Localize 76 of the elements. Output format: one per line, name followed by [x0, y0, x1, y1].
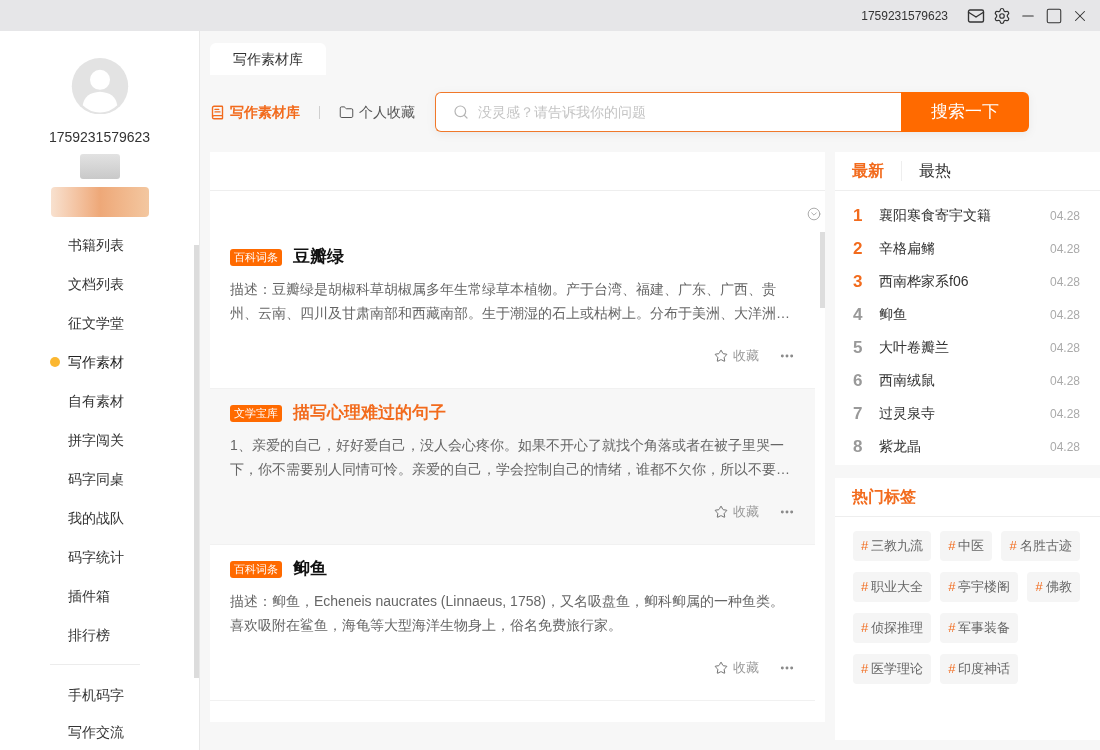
category-badge: 百科词条 [230, 248, 282, 266]
rank-number: 5 [853, 336, 864, 359]
star-icon [714, 661, 728, 675]
username-text: 1759231579623 [48, 128, 151, 147]
tag-chip[interactable]: # 侦探推理 [853, 613, 932, 643]
tab[interactable]: 写作素材库 [210, 43, 326, 75]
sub-nav-link[interactable]: 个人收藏 [339, 101, 415, 123]
sidebar-item[interactable]: 排行榜 [68, 625, 110, 644]
search-icon [453, 104, 469, 120]
tag-chip[interactable]: # 军事装备 [940, 613, 1019, 643]
material-title[interactable]: 䲟鱼 [293, 557, 327, 581]
mail-icon[interactable] [967, 6, 985, 25]
sidebar-item[interactable]: 我的战队 [68, 508, 124, 527]
sidebar-item[interactable]: 码字统计 [68, 547, 124, 566]
entry-title[interactable]: 辛格扁鳉 [879, 238, 935, 259]
tag-chip[interactable]: # 中医 [940, 531, 993, 561]
material-description: 描述：豆瓣绿是胡椒科草胡椒属多年生常绿草本植物。产于台湾、福建、广东、广西、贵州、云南、四川及甘肃南部和西藏南部。生于潮湿的石上或枯树上。分布于美洲、大洋洲… [230, 280, 791, 323]
tag-chip[interactable]: # 佛教 [1027, 572, 1080, 602]
chevron-down-circle-icon[interactable] [807, 207, 821, 221]
date-text: 04.28 [1049, 273, 1080, 291]
rank-number: 8 [853, 435, 864, 458]
sidebar-item[interactable]: 自有素材 [68, 391, 124, 410]
date-text: 04.28 [1049, 372, 1080, 390]
star-icon [714, 505, 728, 519]
username-text: 1759231579623 [861, 7, 948, 25]
category-badge: 文学宝库 [230, 404, 282, 422]
sidebar-item[interactable]: 文档列表 [68, 274, 124, 293]
material-description: 描述：䲟鱼，Echeneis naucrates (Linnaeus, 1758)，又名吸盘鱼，䲟科䲟属的一种鱼类。喜欢吸附在鲨鱼，海龟等大型海洋生物身上，俗名免费旅行家。 [230, 592, 785, 635]
tag-chip[interactable]: # 名胜古迹 [1001, 531, 1080, 561]
date-text: 04.28 [1049, 405, 1080, 423]
sidebar-item[interactable]: 手机码字 [68, 685, 124, 704]
tag-chip[interactable]: # 亭宇楼阁 [940, 572, 1019, 602]
entry-title[interactable]: 西南绒鼠 [879, 370, 935, 391]
tag-chip[interactable]: # 医学理论 [853, 654, 932, 684]
rank-number: 1 [853, 204, 864, 227]
tab[interactable]: 最热 [919, 159, 951, 183]
maximize-icon[interactable] [1045, 6, 1063, 25]
sidebar-item[interactable]: 征文学堂 [68, 313, 124, 332]
date-text: 04.28 [1049, 240, 1080, 258]
badge-placeholder [79, 154, 120, 179]
tag-chip[interactable]: # 三教九流 [853, 531, 932, 561]
entry-title[interactable]: 䲟鱼 [879, 304, 907, 325]
category-badge: 百科词条 [230, 560, 282, 578]
rank-number: 4 [853, 303, 864, 326]
sidebar-item[interactable]: 码字同桌 [68, 469, 124, 488]
scrollbar-thumb[interactable] [820, 232, 825, 308]
folder-icon [339, 104, 354, 120]
date-text: 04.28 [1049, 207, 1080, 225]
sidebar-item[interactable]: 写作交流 [68, 722, 124, 741]
material-title[interactable]: 豆瓣绿 [293, 245, 344, 269]
rank-number: 7 [853, 402, 864, 425]
rank-number: 2 [853, 237, 864, 260]
material-card[interactable]: 文学宝库 描写心理难过的句子 1、亲爱的自己，好好爱自己，没人会心疼你。如果不开心了就找个角落或者在被子里哭一下，你不需要别人同情可怜。亲爱的自己，学会控制自己的情绪，谁都不欠你，所以不要… 收藏 [210, 389, 815, 545]
material-description: 1、亲爱的自己，好好爱自己，没人会心疼你。如果不开心了就找个角落或者在被子里哭一下，你不需要别人同情可怜。亲爱的自己，学会控制自己的情绪，谁都不欠你，所以不要… [230, 436, 791, 479]
rank-number: 6 [853, 369, 864, 392]
tag-chip[interactable]: # 印度神话 [940, 654, 1019, 684]
date-text: 04.28 [1049, 438, 1080, 456]
star-icon [714, 349, 728, 363]
entry-title[interactable]: 紫龙晶 [879, 436, 921, 457]
sidebar-item[interactable]: 书籍列表 [68, 235, 124, 254]
settings-icon[interactable] [993, 6, 1011, 25]
sidebar-item[interactable]: 写作素材 [68, 352, 124, 371]
entry-title[interactable]: 襄阳寒食寄宇文籍 [879, 205, 991, 226]
scrollbar-thumb[interactable] [194, 245, 199, 678]
entry-title[interactable]: 过灵泉寺 [879, 403, 935, 424]
search-field[interactable]: 没灵感？请告诉我你的问题 [435, 92, 901, 132]
date-text: 04.28 [1049, 339, 1080, 357]
sidebar-item[interactable]: 拼字闯关 [68, 430, 124, 449]
section-title: 热门标签 [852, 487, 916, 507]
rank-number: 3 [853, 270, 864, 293]
date-text: 04.28 [1049, 306, 1080, 324]
sidebar-item[interactable]: 插件箱 [68, 586, 110, 605]
tag-chip[interactable]: # 职业大全 [853, 572, 932, 602]
entry-title[interactable]: 大叶卷瓣兰 [879, 337, 949, 358]
entry-title[interactable]: 西南桦家系f06 [879, 271, 969, 292]
book-icon [210, 104, 225, 120]
